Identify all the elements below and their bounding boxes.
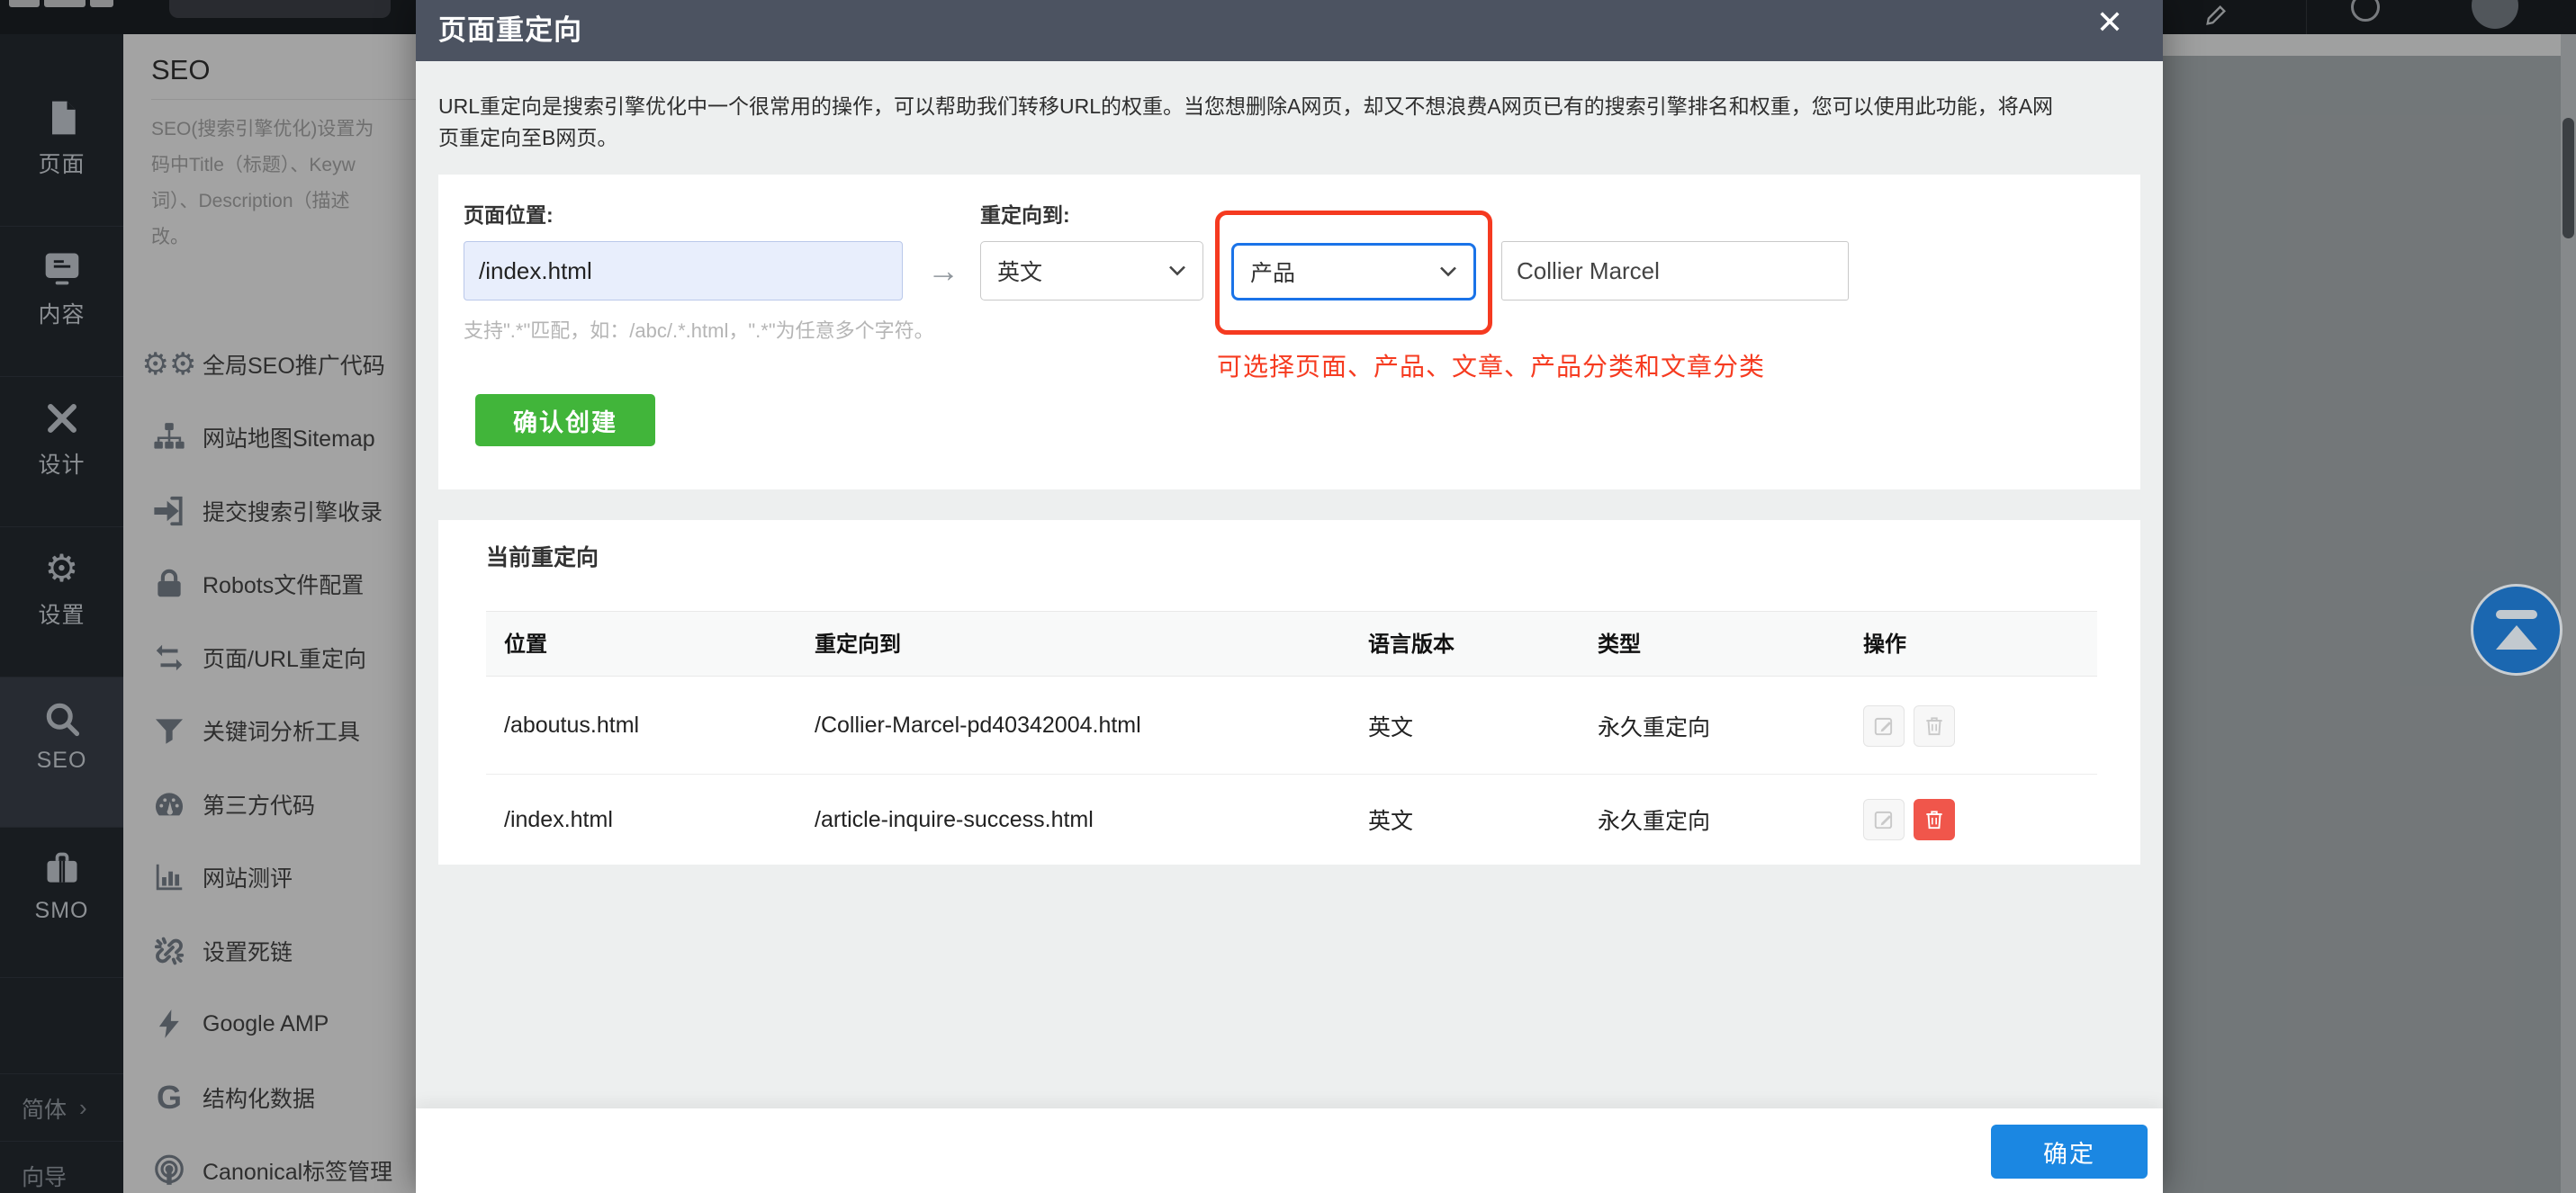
col-actions: 操作 (1863, 612, 1906, 677)
modal-header: 页面重定向 ✕ (416, 0, 2163, 61)
col-redirect-to: 重定向到 (815, 612, 901, 677)
modal-footer: 确定 (416, 1108, 2163, 1193)
table-header-row: 位置 重定向到 语言版本 类型 操作 (486, 611, 2097, 677)
target-page-input[interactable] (1501, 241, 1849, 300)
pattern-hint: 支持".*"匹配，如：/abc/.*.html，".*"为任意多个字符。 (464, 315, 934, 344)
edit-button[interactable] (1863, 705, 1905, 747)
page-location-input[interactable] (464, 241, 903, 300)
scroll-to-top-button[interactable] (2471, 584, 2562, 676)
confirm-create-button[interactable]: 确认创建 (475, 394, 655, 446)
table-title: 当前重定向 (486, 540, 599, 572)
redirect-description: URL重定向是搜索引擎优化中一个很常用的操作，可以帮助我们转移URL的权重。当您… (438, 91, 2135, 154)
page-location-label: 页面位置: (464, 198, 554, 229)
page-redirect-modal: 页面重定向 ✕ URL重定向是搜索引擎优化中一个很常用的操作，可以帮助我们转移U… (416, 0, 2163, 1193)
annotation-text: 可选择页面、产品、文章、产品分类和文章分类 (1217, 347, 1765, 383)
app-root: 页面 内容 设计 ⚙ 设置 SEO SMO (0, 0, 2576, 1193)
arrow-right-icon: → (912, 241, 975, 300)
create-redirect-card: 页面位置: 重定向到: → 英文 产品 支持".*"匹配，如：/abc/.*.h… (438, 175, 2140, 489)
modal-title: 页面重定向 (438, 7, 582, 48)
redirect-to-label: 重定向到: (980, 198, 1070, 229)
confirm-button[interactable]: 确定 (1991, 1125, 2148, 1179)
edit-button[interactable] (1863, 799, 1905, 840)
delete-button[interactable] (1914, 705, 1955, 747)
table-row: /aboutus.html /Collier-Marcel-pd40342004… (486, 677, 2097, 775)
current-redirects-card: 当前重定向 位置 重定向到 语言版本 类型 操作 /aboutus.html /… (438, 520, 2140, 865)
redirects-table: 位置 重定向到 语言版本 类型 操作 /aboutus.html /Collie… (486, 611, 2097, 865)
close-icon[interactable]: ✕ (2096, 4, 2123, 41)
table-row: /index.html /article-inquire-success.htm… (486, 775, 2097, 865)
target-type-select[interactable]: 产品 (1231, 243, 1476, 300)
col-language: 语言版本 (1368, 612, 1455, 677)
col-type: 类型 (1598, 612, 1641, 677)
col-location: 位置 (504, 612, 547, 677)
chevron-down-icon (1439, 265, 1457, 278)
chevron-down-icon (1168, 265, 1186, 277)
scroll-top-icon (2496, 610, 2537, 619)
language-select[interactable]: 英文 (980, 241, 1203, 300)
delete-button[interactable] (1914, 799, 1955, 840)
